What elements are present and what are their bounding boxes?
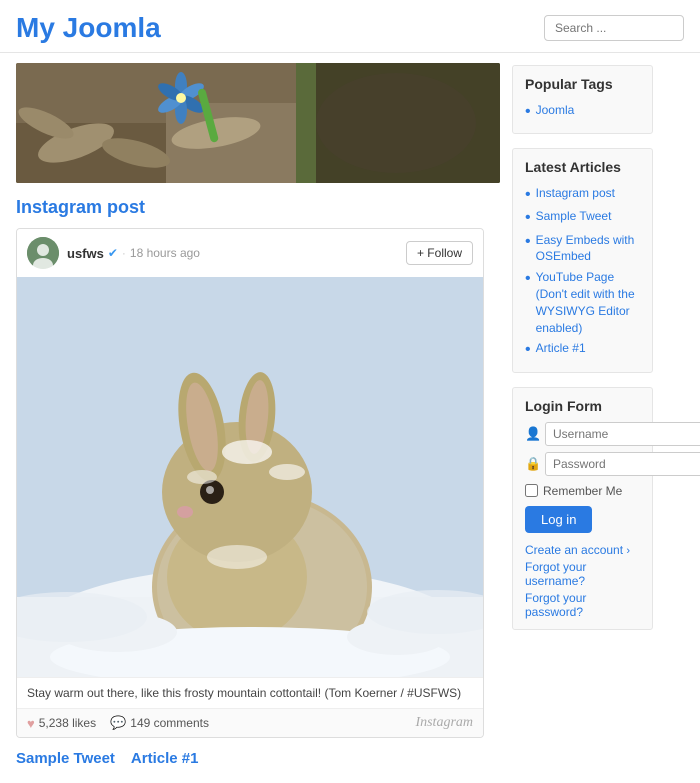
sidebar: Popular Tags • Joomla Latest Articles • … <box>500 53 665 783</box>
instagram-caption: Stay warm out there, like this frosty mo… <box>17 677 483 708</box>
tag-item: • Joomla <box>525 100 640 123</box>
article-link-3[interactable]: YouTube Page (Don't edit with the WYSIWY… <box>536 269 640 336</box>
tag-link-joomla[interactable]: Joomla <box>536 102 575 119</box>
article-item-1: • Sample Tweet <box>525 206 640 229</box>
comments-count: 💬 149 comments <box>110 715 209 731</box>
forgot-username-link[interactable]: Forgot your username? <box>525 560 640 588</box>
instagram-section-title: Instagram post <box>16 197 500 218</box>
article-item-0: • Instagram post <box>525 183 640 206</box>
login-button[interactable]: Log in <box>525 506 592 533</box>
hero-image <box>16 63 500 183</box>
username-row: 👤 <box>525 422 640 446</box>
create-account-text: Create an account <box>525 543 623 557</box>
login-links: Create an account › Forgot your username… <box>525 543 640 619</box>
chevron-right-icon: › <box>626 545 630 557</box>
article-item-3: • YouTube Page (Don't edit with the WYSI… <box>525 267 640 338</box>
bullet-icon: • <box>525 185 531 204</box>
latest-articles-widget: Latest Articles • Instagram post • Sampl… <box>512 148 653 372</box>
likes-number: 5,238 likes <box>39 716 96 730</box>
user-icon: 👤 <box>525 426 539 442</box>
main-layout: Instagram post usfws <box>0 53 700 783</box>
bullet-icon: • <box>525 269 531 288</box>
forgot-password-link[interactable]: Forgot your password? <box>525 591 640 619</box>
bottom-link-tweet[interactable]: Sample Tweet <box>16 750 115 767</box>
remember-checkbox[interactable] <box>525 484 538 497</box>
article-link-1[interactable]: Sample Tweet <box>536 208 612 225</box>
instagram-image <box>17 277 483 677</box>
article-link-2[interactable]: Easy Embeds with OSEmbed <box>536 232 640 266</box>
site-title: My Joomla <box>16 12 161 44</box>
bullet-icon: • <box>525 208 531 227</box>
article-list: • Instagram post • Sample Tweet • Easy E… <box>525 183 640 361</box>
separator: · <box>122 246 126 260</box>
bottom-links: Sample Tweet Article #1 <box>16 750 500 767</box>
password-input[interactable] <box>545 452 700 476</box>
login-form-widget: Login Form 👤 🔒 Remember Me Log in <box>512 387 653 630</box>
instagram-user: usfws ✔ · 18 hours ago <box>27 237 200 269</box>
bullet-icon: • <box>525 340 531 359</box>
content-area: Instagram post usfws <box>0 53 500 783</box>
comments-number: 149 comments <box>130 716 209 730</box>
remember-label: Remember Me <box>543 484 622 498</box>
user-info: usfws ✔ · 18 hours ago <box>67 246 200 261</box>
popular-tags-widget: Popular Tags • Joomla <box>512 65 653 134</box>
lock-icon: 🔒 <box>525 456 539 472</box>
popular-tags-title: Popular Tags <box>525 76 640 92</box>
heart-icon: ♥ <box>27 716 35 731</box>
article-item-2: • Easy Embeds with OSEmbed <box>525 230 640 268</box>
site-header: My Joomla <box>0 0 700 53</box>
article-link-0[interactable]: Instagram post <box>536 185 615 202</box>
post-time: 18 hours ago <box>130 246 200 260</box>
follow-button[interactable]: + Follow <box>406 241 473 265</box>
bottom-link-article[interactable]: Article #1 <box>131 750 199 767</box>
login-form-title: Login Form <box>525 398 640 414</box>
comment-icon: 💬 <box>110 715 126 731</box>
username: usfws <box>67 246 104 261</box>
avatar <box>27 237 59 269</box>
instagram-card: usfws ✔ · 18 hours ago + Follow <box>16 228 484 738</box>
instagram-footer: ♥ 5,238 likes 💬 149 comments Instagram <box>17 708 483 737</box>
verified-icon: ✔ <box>108 246 118 260</box>
bullet-icon: • <box>525 102 531 121</box>
username-input[interactable] <box>545 422 700 446</box>
login-form: 👤 🔒 Remember Me Log in Create an <box>525 422 640 619</box>
password-row: 🔒 <box>525 452 640 476</box>
search-input[interactable] <box>544 15 684 41</box>
tag-list: • Joomla <box>525 100 640 123</box>
likes-count: ♥ 5,238 likes <box>27 715 96 731</box>
caption-text: Stay warm out there, like this frosty mo… <box>27 686 461 700</box>
instagram-header: usfws ✔ · 18 hours ago + Follow <box>17 229 483 277</box>
instagram-brand: Instagram <box>415 715 473 731</box>
likes-comments: ♥ 5,238 likes 💬 149 comments <box>27 715 209 731</box>
create-account-link[interactable]: Create an account › <box>525 543 640 557</box>
article-link-4[interactable]: Article #1 <box>536 340 586 357</box>
article-item-4: • Article #1 <box>525 338 640 361</box>
remember-row: Remember Me <box>525 484 640 498</box>
latest-articles-title: Latest Articles <box>525 159 640 175</box>
bullet-icon: • <box>525 232 531 251</box>
